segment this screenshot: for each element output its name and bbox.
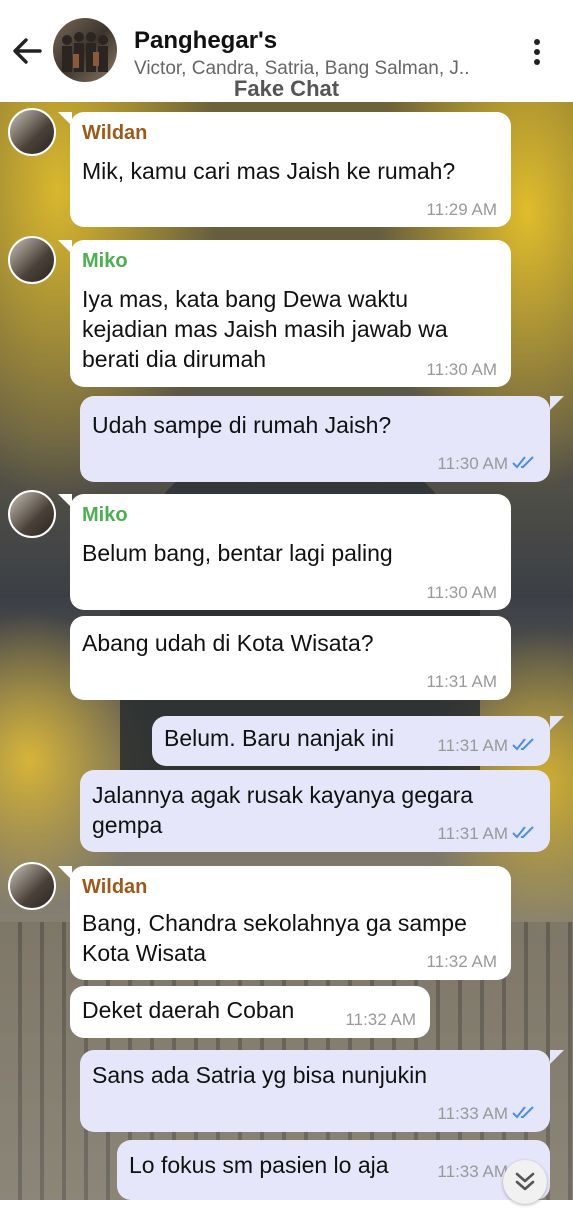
avatar-miko[interactable] [8,490,56,538]
message-bubble[interactable]: Miko Iya mas, kata bang Dewa waktu kejad… [70,240,511,387]
message-bubble[interactable]: Belum. Baru nanjak ini 11:31 AM [152,716,550,766]
message-time: 11:33 AM [437,1104,508,1123]
group-title[interactable]: Panghegar's [134,27,277,55]
message-text: kejadian mas Jaish masih jawab wa [82,316,448,342]
group-avatar[interactable] [53,18,117,82]
message-text: Bang, Chandra sekolahnya ga sampe [82,910,467,936]
read-ticks-icon [512,826,534,839]
message-bubble[interactable]: Udah sampe di rumah Jaish? 11:30 AM [80,396,550,482]
message-text: berati dia dirumah [82,346,267,372]
message-bubble[interactable]: Abang udah di Kota Wisata? 11:31 AM [70,616,511,700]
avatar-miko[interactable] [8,236,56,284]
message-bubble[interactable]: Wildan Mik, kamu cari mas Jaish ke rumah… [70,112,511,227]
scroll-to-bottom-button[interactable] [503,1160,547,1204]
more-options-icon[interactable] [528,37,548,67]
message-bubble[interactable]: Jalannya agak rusak kayanya gegara gempa… [80,770,550,852]
sender-name: Miko [82,504,128,526]
message-time: 11:30 AM [437,454,508,473]
message-time: 11:30 AM [426,360,497,379]
sender-name: Wildan [82,122,148,144]
message-text: Belum. Baru nanjak ini [164,725,395,751]
avatar-wildan[interactable] [8,108,56,156]
message-time: 11:30 AM [426,583,497,602]
read-ticks-icon [512,738,534,751]
message-text: Mik, kamu cari mas Jaish ke rumah? [82,158,456,184]
message-text: Lo fokus sm pasien lo aja [129,1152,389,1178]
message-text: Abang udah di Kota Wisata? [82,630,374,656]
message-time: 11:31 AM [437,736,508,755]
message-time: 11:29 AM [426,200,497,219]
message-text: Jalannya agak rusak kayanya gegara [92,782,474,808]
double-chevron-down-icon [515,1172,535,1191]
message-bubble[interactable]: Lo fokus sm pasien lo aja 11:33 AM [117,1140,550,1200]
message-text: Kota Wisata [82,940,206,966]
bubble-tail [550,1050,564,1064]
message-time: 11:31 AM [437,824,508,843]
back-arrow-icon[interactable] [10,34,44,68]
message-bubble[interactable]: Sans ada Satria yg bisa nunjukin 11:33 A… [80,1050,550,1132]
message-time: 11:32 AM [345,1010,416,1029]
bubble-tail [550,396,564,410]
message-text: gempa [92,812,163,838]
read-ticks-icon [512,1106,534,1119]
message-text: Deket daerah Coban [82,997,295,1023]
sender-name: Miko [82,250,128,272]
bubble-tail [550,716,564,730]
message-bubble[interactable]: Deket daerah Coban 11:32 AM [70,986,430,1038]
message-text: Belum bang, bentar lagi paling [82,540,393,566]
message-time: 11:32 AM [426,952,497,971]
message-bubble[interactable]: Wildan Bang, Chandra sekolahnya ga sampe… [70,866,511,980]
message-time: 11:31 AM [426,672,497,691]
message-text: Sans ada Satria yg bisa nunjukin [92,1062,427,1088]
avatar-wildan[interactable] [8,862,56,910]
watermark-label: Fake Chat [233,76,340,101]
read-ticks-icon [512,456,534,469]
message-time: 11:33 AM [437,1162,508,1181]
sender-name: Wildan [82,876,148,898]
message-text: Udah sampe di rumah Jaish? [92,412,392,438]
message-text: Iya mas, kata bang Dewa waktu [82,286,408,312]
message-bubble[interactable]: Miko Belum bang, bentar lagi paling 11:3… [70,494,511,610]
